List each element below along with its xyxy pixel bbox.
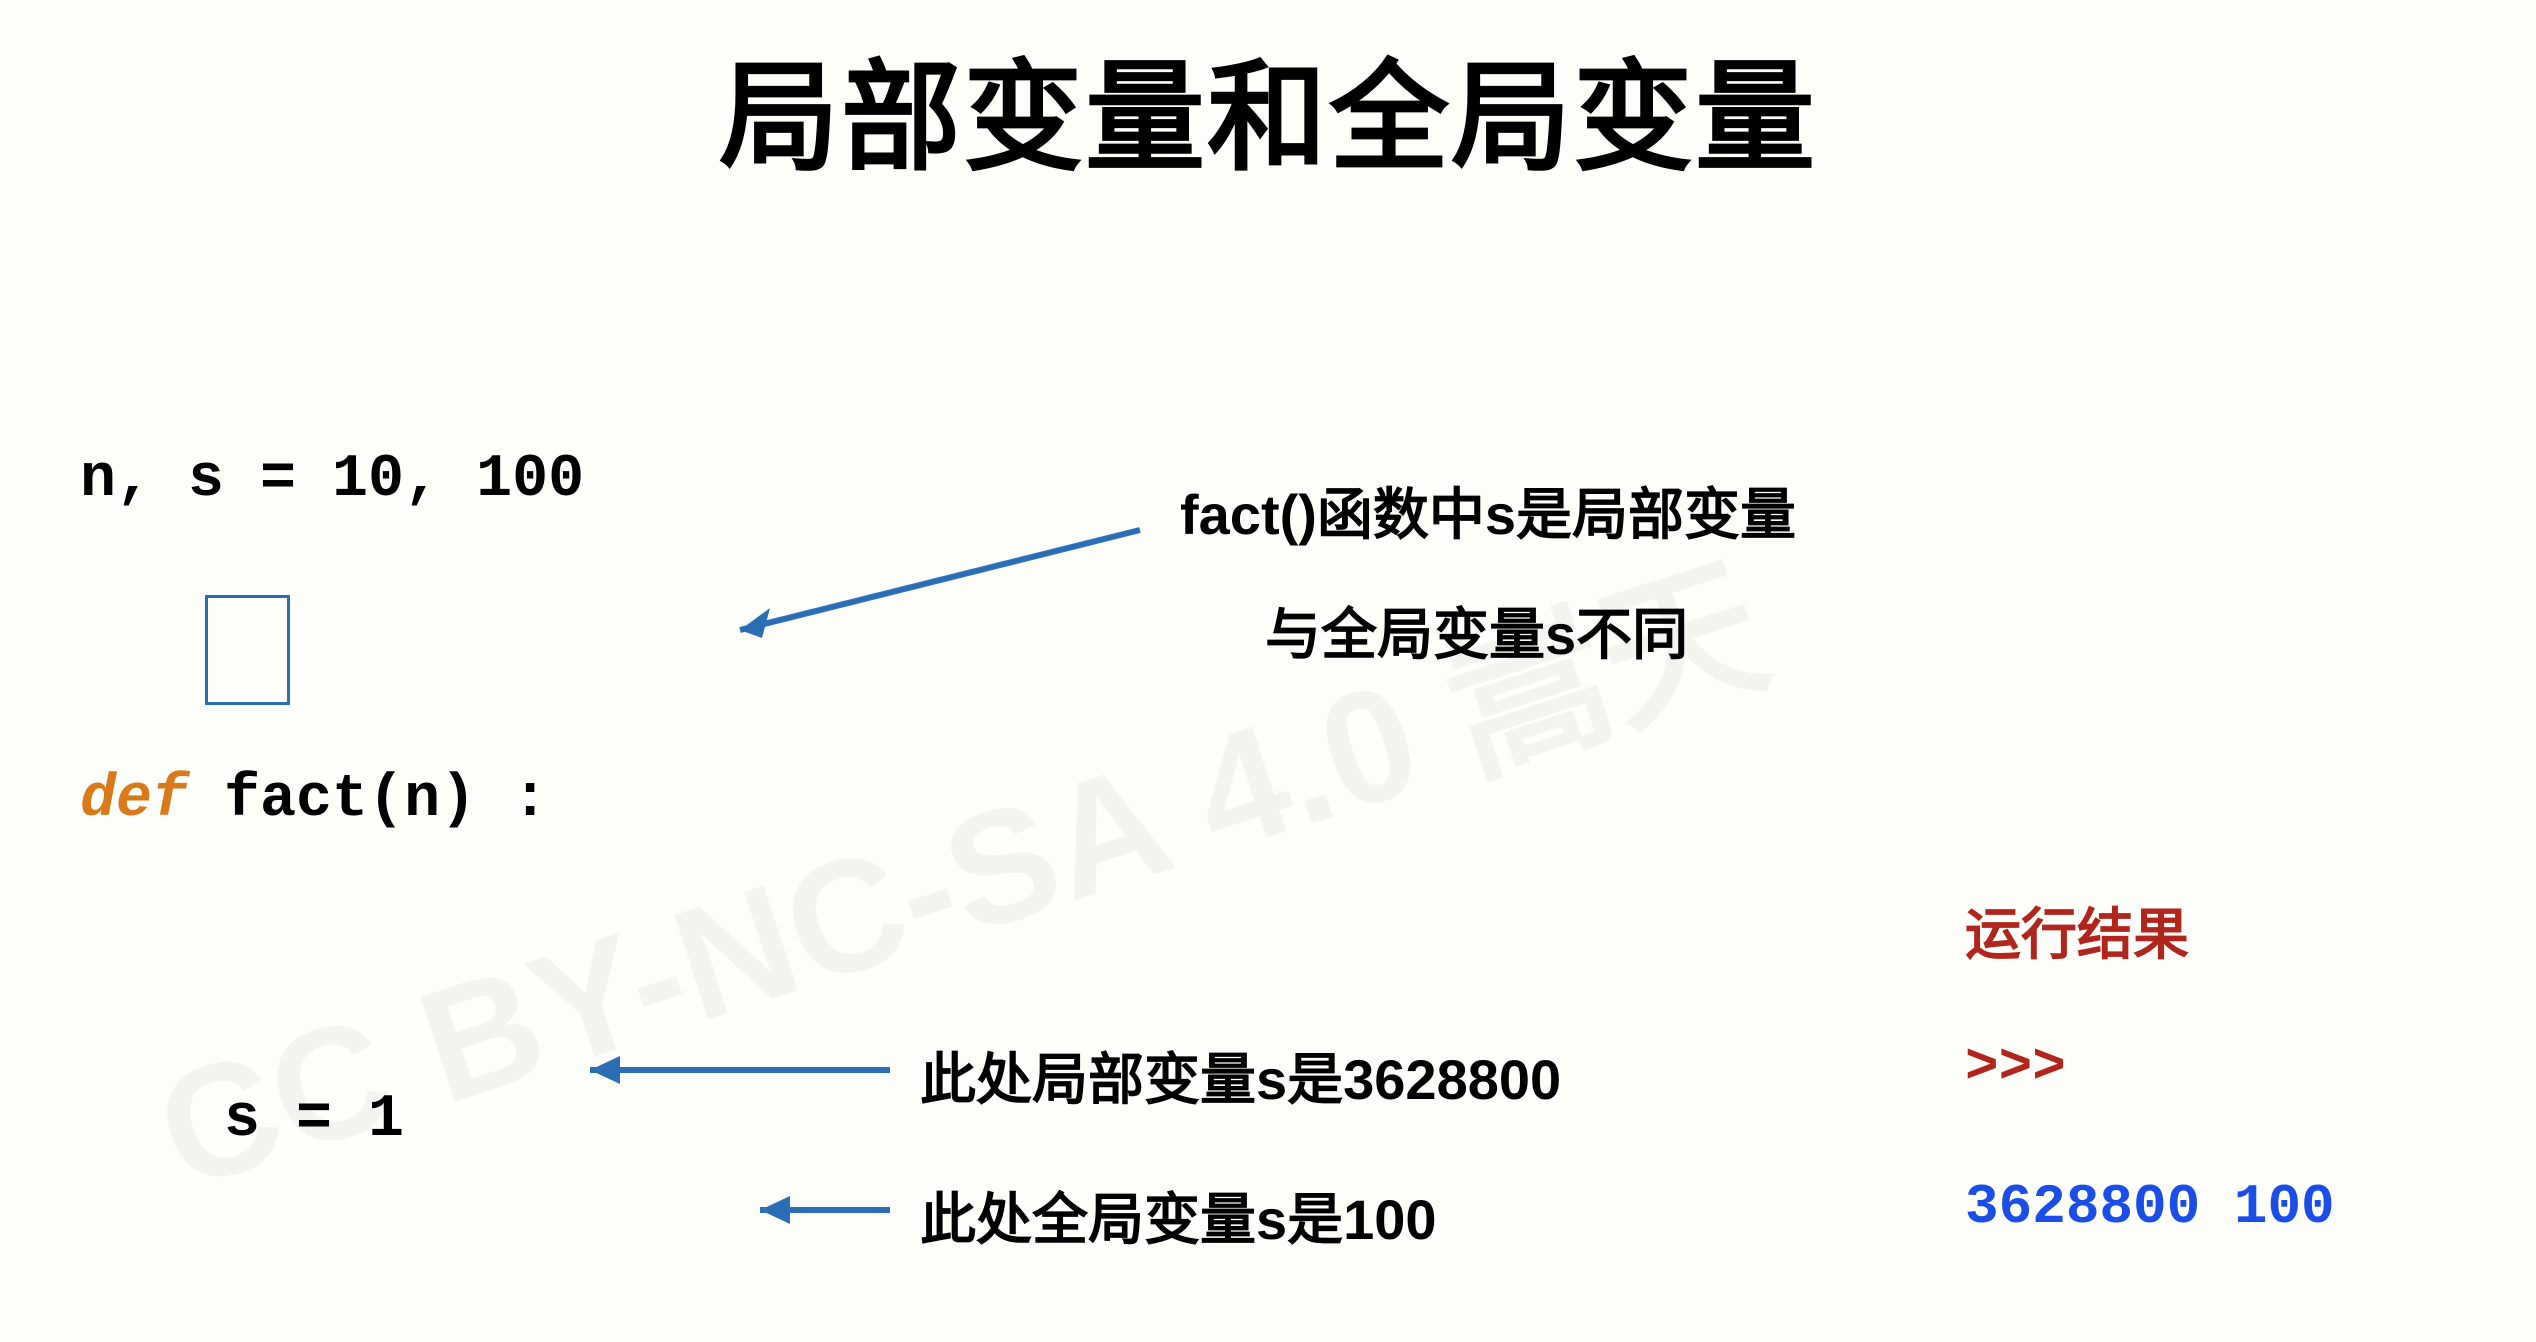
- slide-title: 局部变量和全局变量: [0, 20, 2536, 196]
- result-label: 运行结果: [1965, 890, 2189, 971]
- code-line-1: n, s = 10, 100: [80, 450, 1052, 510]
- result-output: 3628800 100: [1965, 1175, 2335, 1239]
- code-line-2-rest: fact(n) :: [188, 766, 548, 834]
- annotation-top-2: 与全局变量s不同: [1265, 590, 1688, 671]
- annotation-top-1: fact()函数中s是局部变量: [1180, 470, 1796, 551]
- code-line-3: s = 1: [80, 1090, 1052, 1150]
- keyword-def: def: [80, 766, 188, 834]
- result-prompt: >>>: [1965, 1035, 2066, 1099]
- arrow-to-return-s: [550, 1050, 910, 1090]
- slide: CC BY-NC-SA 4.0 嵩天 局部变量和全局变量 n, s = 10, …: [0, 0, 2536, 1342]
- annotation-bottom: 此处全局变量s是100: [920, 1175, 1437, 1256]
- annotation-mid: 此处局部变量s是3628800: [920, 1035, 1561, 1116]
- arrow-to-s-local: [700, 520, 1160, 660]
- arrow-to-print-s: [720, 1190, 910, 1230]
- highlight-box-s: [205, 595, 290, 705]
- code-line-2: def fact(n) :: [80, 770, 1052, 830]
